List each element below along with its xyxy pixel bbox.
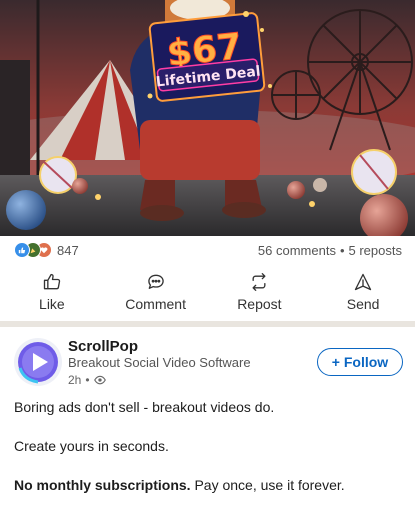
post-action-bar: Like Comment Repost Send bbox=[0, 268, 415, 318]
reaction-summary[interactable]: 847 bbox=[14, 242, 79, 258]
separator-dot: • bbox=[339, 243, 345, 258]
post-image[interactable]: $67 Lifetime Deal bbox=[0, 0, 415, 236]
send-button[interactable]: Send bbox=[313, 268, 413, 318]
thumbs-up-icon bbox=[43, 273, 61, 290]
reaction-count: 847 bbox=[57, 242, 79, 258]
post-body: Boring ads don't sell - breakout videos … bbox=[14, 398, 404, 515]
post-meta: 2h • bbox=[68, 373, 106, 387]
repost-icon bbox=[252, 273, 266, 291]
like-label: Like bbox=[39, 296, 65, 312]
post-line-3-bold: No monthly subscriptions. bbox=[14, 477, 191, 493]
post-time: 2h bbox=[68, 373, 82, 387]
comment-icon bbox=[147, 274, 164, 289]
author-tagline: Breakout Social Video Software bbox=[68, 355, 251, 370]
repost-button[interactable]: Repost bbox=[209, 268, 309, 318]
like-reaction-icon bbox=[14, 242, 30, 258]
reposts-count[interactable]: 5 reposts bbox=[349, 243, 402, 258]
meta-separator: • bbox=[85, 373, 90, 387]
post-line-3: No monthly subscriptions. Pay once, use … bbox=[14, 476, 404, 494]
author-name[interactable]: ScrollPop bbox=[68, 338, 138, 355]
comment-button[interactable]: Comment bbox=[106, 268, 206, 318]
follow-button[interactable]: + Follow bbox=[317, 348, 403, 376]
comments-reposts-summary[interactable]: 56 comments • 5 reposts bbox=[258, 243, 402, 258]
send-label: Send bbox=[346, 296, 380, 312]
send-icon bbox=[354, 273, 372, 291]
carnival-clown-illustration: $67 Lifetime Deal bbox=[0, 0, 415, 236]
like-button[interactable]: Like bbox=[2, 268, 102, 318]
engagement-stats: 847 56 comments • 5 reposts bbox=[0, 238, 415, 266]
visibility-eye-icon bbox=[93, 375, 106, 385]
play-logo-icon bbox=[18, 342, 58, 384]
scrollpop-logo-avatar[interactable] bbox=[14, 338, 62, 386]
post-header: ScrollPop Breakout Social Video Software… bbox=[0, 330, 415, 390]
comments-count[interactable]: 56 comments bbox=[258, 243, 336, 258]
comment-label: Comment bbox=[125, 296, 186, 312]
post-line-1: Boring ads don't sell - breakout videos … bbox=[14, 399, 275, 415]
post-line-2: Create yours in seconds. bbox=[14, 438, 169, 454]
post-line-3-rest: Pay once, use it forever. bbox=[190, 477, 345, 493]
post-divider bbox=[0, 321, 415, 327]
repost-label: Repost bbox=[237, 296, 282, 312]
